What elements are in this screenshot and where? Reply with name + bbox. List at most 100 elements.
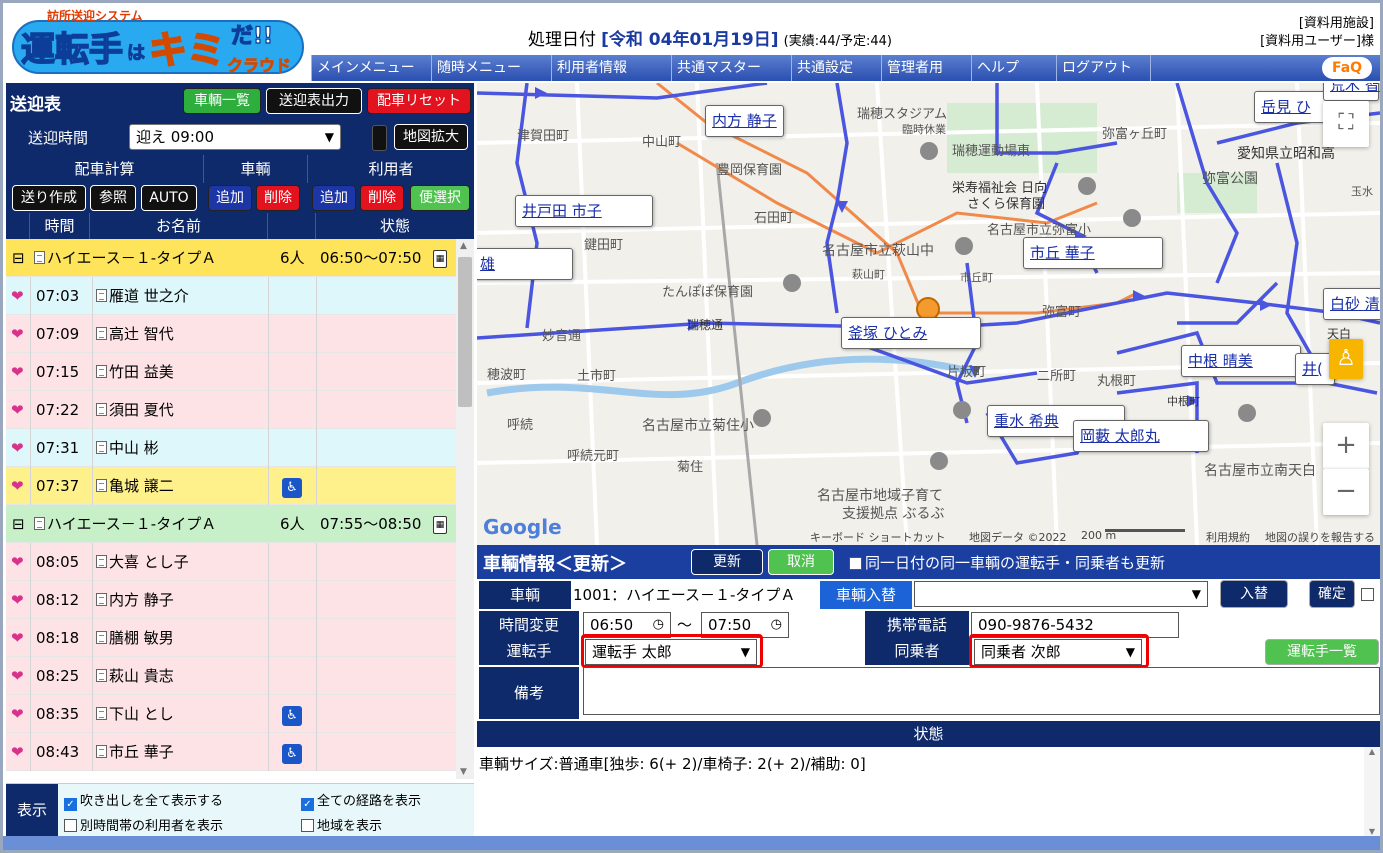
note-textarea[interactable] xyxy=(583,667,1380,715)
chevron-down-icon[interactable]: ❤ xyxy=(11,581,24,619)
chevron-down-icon[interactable]: ❤ xyxy=(11,467,24,505)
zoom-in-button[interactable]: + xyxy=(1323,423,1369,469)
svg-text:キミ: キミ xyxy=(149,28,225,72)
calculator-icon[interactable]: ▦ xyxy=(433,249,447,268)
chevron-down-icon[interactable]: ❤ xyxy=(11,315,24,353)
show-bubbles-checkbox[interactable]: ✓ 吹き出しを全て表示する xyxy=(64,790,223,811)
menu-user-info[interactable]: 利用者情報 xyxy=(551,55,671,81)
scroll-thumb[interactable] xyxy=(458,257,472,407)
user-row[interactable]: ❤ 07:31 中山 彬 xyxy=(6,429,456,467)
user-row[interactable]: ❤ 07:37 亀城 譲二 ♿ xyxy=(6,467,456,505)
collapse-icon[interactable]: ⊟ xyxy=(12,239,25,277)
map-pin-user[interactable]: 荒木 智 xyxy=(1323,83,1380,101)
show-routes-checkbox[interactable]: ✓ 全ての経路を表示 xyxy=(301,790,421,811)
vehicle-add-button[interactable]: 追加 xyxy=(208,185,252,211)
vehicle-delete-button[interactable]: 削除 xyxy=(256,185,300,211)
toggle-button[interactable] xyxy=(372,125,387,151)
user-row[interactable]: ❤ 08:12 内方 静子 xyxy=(6,581,456,619)
vehicle-row[interactable]: ⊟ ハイエース－１-タイプＡ 6人 06:50～07:50 ▦ xyxy=(6,239,456,277)
cancel-button[interactable]: 取消 xyxy=(768,549,834,575)
confirm-checkbox[interactable] xyxy=(1361,587,1377,603)
menu-help[interactable]: ヘルプ xyxy=(971,55,1056,81)
user-delete-button[interactable]: 削除 xyxy=(360,185,404,211)
map-pin-user[interactable]: 白砂 清 xyxy=(1323,288,1380,320)
vehicle-swap-select[interactable]: ▼ xyxy=(914,581,1208,607)
map-pin-user[interactable]: 市丘 華子 xyxy=(1023,237,1163,269)
swap-button[interactable]: 入替 xyxy=(1220,580,1288,608)
user-name: 下山 とし xyxy=(109,705,174,723)
chevron-down-icon[interactable]: ❤ xyxy=(11,733,24,771)
other-time-users-checkbox[interactable]: 別時間帯の利用者を表示 xyxy=(64,815,223,834)
user-row[interactable]: ❤ 08:35 下山 とし ♿ xyxy=(6,695,456,733)
map-keyboard-shortcuts[interactable]: キーボード ショートカット xyxy=(810,529,946,545)
map-terms[interactable]: 利用規約 xyxy=(1206,529,1250,545)
status-scrollbar[interactable]: ▲ ▼ xyxy=(1364,747,1380,836)
scroll-down-icon[interactable]: ▼ xyxy=(460,767,467,777)
passenger-highlight xyxy=(969,634,1149,668)
calculator-icon[interactable]: ▦ xyxy=(433,515,447,534)
reset-dispatch-button[interactable]: 配車リセット xyxy=(367,88,471,114)
chevron-down-icon[interactable]: ❤ xyxy=(11,353,24,391)
chevron-down-icon[interactable]: ❤ xyxy=(11,429,24,467)
route-map[interactable]: 瑞穂スタジアム 臨時休業 瑞穂運動場東 弥富ヶ丘町 愛知県立昭和高 弥富公園 津… xyxy=(477,83,1380,545)
menu-common-settings[interactable]: 共通設定 xyxy=(791,55,881,81)
vehicle-row[interactable]: ⊟ ハイエース－１-タイプＡ 6人 07:55～08:50 ▦ xyxy=(6,505,456,543)
collapse-icon[interactable]: ⊟ xyxy=(12,505,25,543)
menu-admin[interactable]: 管理者用 xyxy=(881,55,971,81)
fullscreen-icon[interactable]: ⛶ xyxy=(1323,101,1369,147)
menu-ad-hoc[interactable]: 随時メニュー xyxy=(431,55,551,81)
scroll-up-icon[interactable]: ▲ xyxy=(1364,747,1380,756)
user-row[interactable]: ❤ 08:05 大喜 とし子 xyxy=(6,543,456,581)
chevron-down-icon[interactable]: ❤ xyxy=(11,391,24,429)
reference-button[interactable]: 参照 xyxy=(90,185,136,211)
map-label: 弥富公園 xyxy=(1202,171,1258,187)
map-label: 二所町 xyxy=(1037,369,1077,384)
zoom-out-button[interactable]: − xyxy=(1323,469,1369,515)
user-add-button[interactable]: 追加 xyxy=(312,185,356,211)
user-row[interactable]: ❤ 08:43 市丘 華子 ♿ xyxy=(6,733,456,771)
map-pin-user[interactable]: 岡藪 太郎丸 xyxy=(1073,420,1209,452)
user-row[interactable]: ❤ 07:09 高辻 智代 xyxy=(6,315,456,353)
user-row[interactable]: ❤ 07:03 雁道 世之介 xyxy=(6,277,456,315)
map-pin-user[interactable]: 雄 xyxy=(477,248,573,280)
chevron-down-icon[interactable]: ❤ xyxy=(11,277,24,315)
map-pin-user[interactable]: 井戸田 市子 xyxy=(515,195,653,227)
show-areas-checkbox[interactable]: 地域を表示 xyxy=(301,815,382,834)
app-logo[interactable]: 訪所送迎システム 運転手 は キミ だ!! クラウド xyxy=(9,7,309,79)
vehicle-list-button[interactable]: 車輌一覧 xyxy=(183,88,261,114)
map-report[interactable]: 地図の誤りを報告する xyxy=(1265,529,1375,545)
time-select[interactable]: 迎え 09:00 ▼ xyxy=(129,124,341,150)
pickup-time: 07:15 xyxy=(36,363,80,381)
list-scrollbar[interactable]: ▲ ▼ xyxy=(456,239,474,779)
vehicle-info-panel: 車輌情報＜更新＞ 更新 取消 同一日付の同一車輌の運転手・同乗者も更新 車輌 1… xyxy=(477,545,1380,836)
driver-list-button[interactable]: 運転手一覧 xyxy=(1265,639,1379,665)
menu-common-master[interactable]: 共通マスター xyxy=(671,55,791,81)
scroll-up-icon[interactable]: ▲ xyxy=(460,241,467,251)
menu-main[interactable]: メインメニュー xyxy=(311,55,431,81)
chevron-down-icon[interactable]: ❤ xyxy=(11,619,24,657)
user-row[interactable]: ❤ 07:22 須田 夏代 xyxy=(6,391,456,429)
chevron-down-icon[interactable]: ❤ xyxy=(11,695,24,733)
user-row[interactable]: ❤ 07:15 竹田 益美 xyxy=(6,353,456,391)
chevron-down-icon[interactable]: ❤ xyxy=(11,543,24,581)
user-row[interactable]: ❤ 08:25 萩山 貴志 xyxy=(6,657,456,695)
menu-logout[interactable]: ログアウト xyxy=(1056,55,1151,81)
output-schedule-button[interactable]: 送迎表出力 xyxy=(266,88,362,114)
scroll-down-icon[interactable]: ▼ xyxy=(1364,827,1380,836)
map-pin-user[interactable]: 内方 静子 xyxy=(705,105,784,137)
map-pin-user[interactable]: 中根 晴美 xyxy=(1181,345,1301,377)
map-zoom-button[interactable]: 地図拡大 xyxy=(394,124,468,150)
user-row[interactable]: ❤ 08:18 膳棚 敏男 xyxy=(6,619,456,657)
same-day-update-checkbox[interactable]: 同一日付の同一車輌の運転手・同乗者も更新 xyxy=(849,552,1165,573)
select-trip-button[interactable]: 便選択 xyxy=(410,185,470,211)
map-pin-user[interactable]: 岳見 ひ xyxy=(1254,91,1334,123)
chevron-down-icon[interactable]: ❤ xyxy=(11,657,24,695)
map-pin-user[interactable]: 釜塚 ひとみ xyxy=(841,317,981,349)
update-button[interactable]: 更新 xyxy=(691,549,763,575)
create-send-button[interactable]: 送り作成 xyxy=(12,185,86,211)
auto-button[interactable]: AUTO xyxy=(141,185,197,211)
faq-button[interactable]: FaQ xyxy=(1322,57,1372,79)
date-value[interactable]: [令和 04年01月19日] xyxy=(601,30,778,50)
street-view-icon[interactable]: ♙ xyxy=(1329,339,1363,379)
map-data-credit: 地図データ ©2022 xyxy=(969,531,1067,544)
